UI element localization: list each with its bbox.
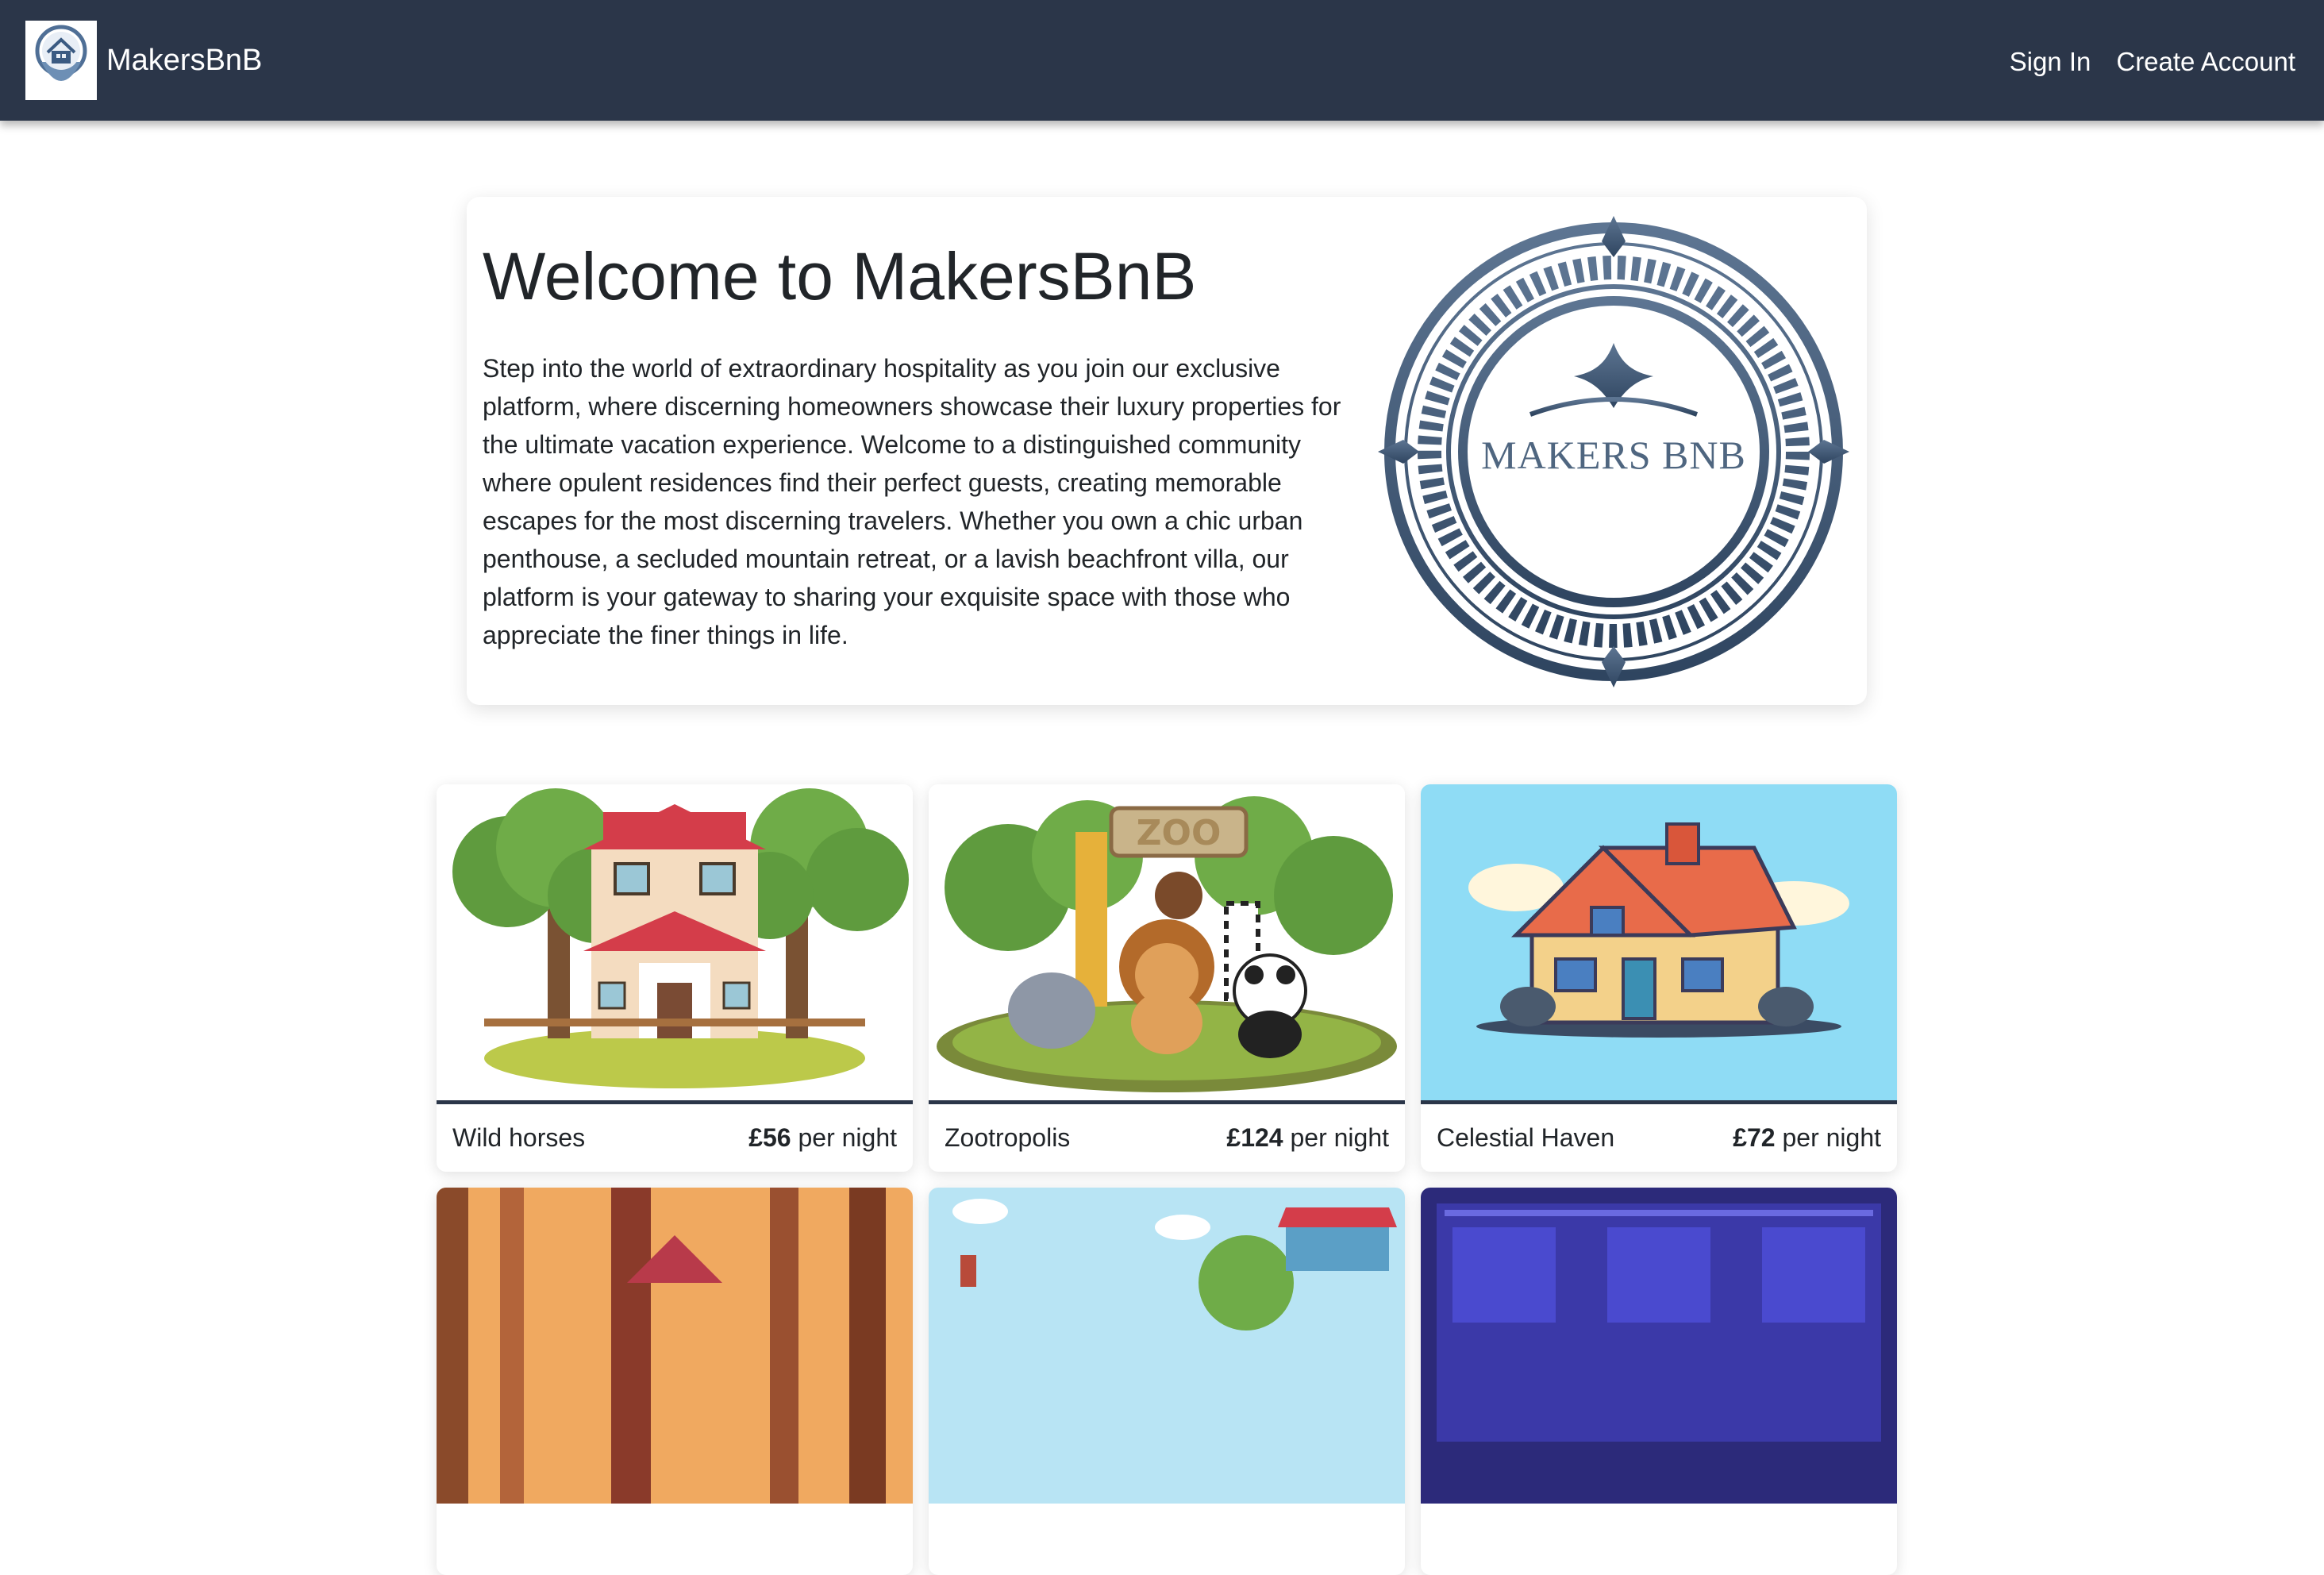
listing-card-footer: Zootropolis £124 per night: [929, 1100, 1405, 1172]
listing-card-partial[interactable]: [437, 1188, 913, 1575]
welcome-hero-card: Welcome to MakersBnB Step into the world…: [467, 197, 1867, 705]
navbar: MakersBnB Sign In Create Account: [0, 0, 2324, 121]
svg-text:ZOO: ZOO: [1137, 813, 1222, 853]
makers-bnb-emblem: MAKERS BNB: [1372, 210, 1856, 694]
location-pin-house-icon: [25, 21, 97, 100]
listing-image-zoo-animals: ZOO: [929, 784, 1405, 1100]
listings-grid: Wild horses £56 per night ZOO Zootropoli…: [437, 784, 1897, 1575]
listing-image-house-sky: [1421, 784, 1897, 1100]
listing-image-house-trees: [437, 784, 913, 1100]
listing-card-footer: Wild horses £56 per night: [437, 1100, 913, 1172]
listing-name: Wild horses: [452, 1123, 586, 1152]
listing-card[interactable]: Celestial Haven £72 per night: [1421, 784, 1897, 1172]
listing-card-footer: Celestial Haven £72 per night: [1421, 1100, 1897, 1172]
listing-image-modern-building: [1421, 1188, 1897, 1504]
listing-price: £124 per night: [1226, 1123, 1389, 1152]
nav-links: Sign In Create Account: [2010, 44, 2295, 77]
brand-name: MakersBnB: [106, 43, 263, 77]
listing-card[interactable]: Wild horses £56 per night: [437, 784, 913, 1172]
listing-card-partial[interactable]: [1421, 1188, 1897, 1575]
listing-price: £72 per night: [1733, 1123, 1881, 1152]
svg-text:MAKERS BNB: MAKERS BNB: [1481, 433, 1746, 477]
listing-image-forest-cabin: [437, 1188, 913, 1504]
listing-price: £56 per night: [748, 1123, 897, 1152]
listing-image-village: [929, 1188, 1405, 1504]
listing-name: Celestial Haven: [1437, 1123, 1615, 1152]
listing-card-partial[interactable]: [929, 1188, 1405, 1575]
hero-description: Step into the world of extraordinary hos…: [483, 354, 1341, 649]
sign-in-link[interactable]: Sign In: [2010, 47, 2091, 77]
brand-link[interactable]: MakersBnB: [25, 21, 262, 100]
listing-name: Zootropolis: [945, 1123, 1071, 1152]
listing-card[interactable]: ZOO Zootropolis £124 per night: [929, 784, 1405, 1172]
create-account-link[interactable]: Create Account: [2116, 47, 2295, 77]
hero-title: Welcome to MakersBnB: [483, 239, 1197, 314]
